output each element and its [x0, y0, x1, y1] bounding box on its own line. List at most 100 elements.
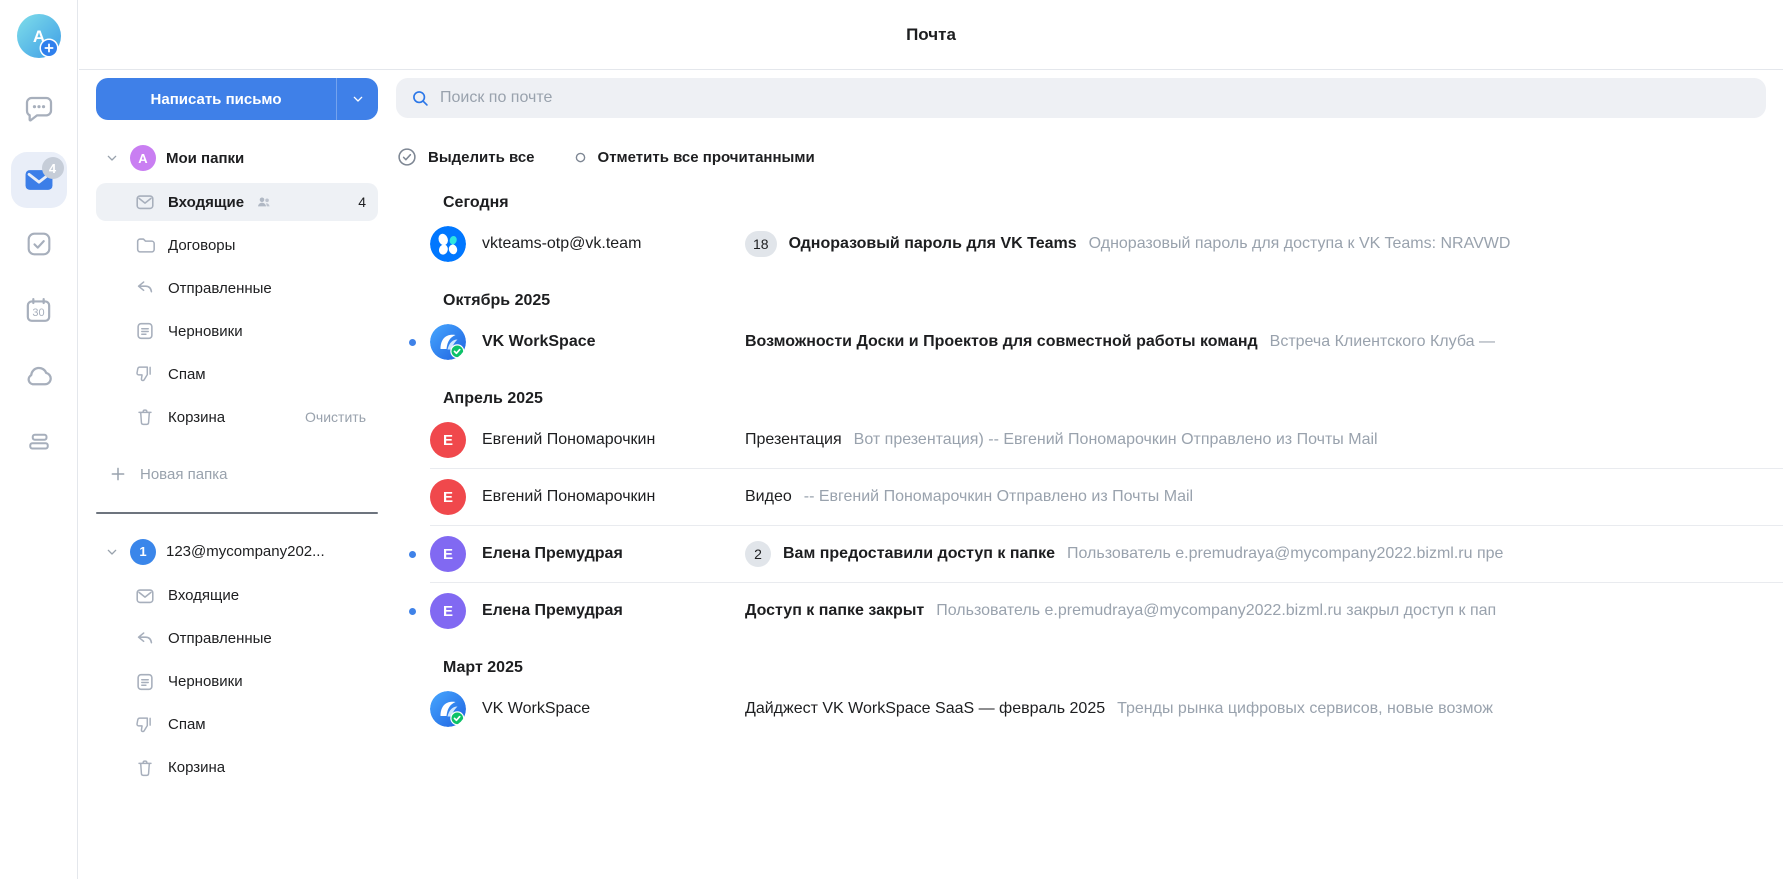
thread-count-badge: 18 — [745, 231, 777, 257]
folder-type-icon — [134, 406, 156, 428]
list-toolbar: Выделить все Отметить все прочитанными — [396, 144, 1783, 170]
avatar-image: A — [17, 14, 61, 58]
thread-count-badge: 2 — [745, 541, 771, 567]
new-folder-button[interactable]: Новая папка — [96, 456, 378, 492]
check-circle-icon — [396, 146, 418, 168]
email-row[interactable]: E Евгений Пономарочкин Презентация Вот п… — [396, 416, 1783, 464]
email-list: Сегодня vkteams-otp@vk.team 18 Одноразов… — [396, 194, 1783, 733]
email-row[interactable]: E Евгений Пономарочкин Видео -- Евгений … — [396, 473, 1783, 521]
folder-label: Отправленные — [168, 280, 272, 297]
chevron-down-icon — [350, 91, 366, 107]
account-header[interactable]: A Мои папки — [96, 138, 378, 178]
unread-dot — [409, 551, 416, 558]
row-divider — [430, 582, 1783, 583]
folder-type-icon — [134, 628, 156, 650]
folder-label: Корзина — [168, 759, 225, 776]
email-row[interactable]: E Елена Премудрая 2 Вам предоставили дос… — [396, 530, 1783, 578]
account-label: 123@mycompany202... — [166, 543, 325, 560]
select-all-button[interactable]: Выделить все — [396, 146, 535, 168]
unread-dot — [409, 608, 416, 615]
folder-type-icon — [134, 363, 156, 385]
search-bar[interactable] — [396, 78, 1766, 118]
folder-type-icon — [134, 277, 156, 299]
messenger-icon[interactable] — [21, 90, 57, 126]
folder-item-inbox[interactable]: Входящие 4 — [96, 183, 378, 221]
mail-content: Выделить все Отметить все прочитанными С… — [396, 78, 1783, 737]
compose-dropdown-button[interactable] — [336, 78, 378, 120]
compose-button[interactable]: Написать письмо — [96, 78, 378, 120]
folder-type-icon — [134, 585, 156, 607]
mark-all-read-button[interactable]: Отметить все прочитанными — [573, 149, 815, 166]
folder-item-inbox[interactable]: Входящие — [96, 577, 378, 615]
cloud-icon[interactable] — [21, 358, 57, 394]
stacks-icon[interactable] — [21, 424, 57, 460]
folder-type-icon — [134, 757, 156, 779]
folder-list: A Мои папки Входящие 4 Договоры Отправле… — [96, 138, 378, 787]
email-snippet: -- Евгений Пономарочкин Отправлено из По… — [804, 488, 1783, 506]
email-subject: Возможности Доски и Проектов для совмест… — [745, 333, 1258, 351]
clear-folder-button[interactable]: Очистить — [305, 409, 366, 425]
email-snippet: Вот презентация) -- Евгений Пономарочкин… — [854, 431, 1783, 449]
unread-dot — [409, 339, 416, 346]
email-row[interactable]: vkteams-otp@vk.team 18 Одноразовый парол… — [396, 220, 1783, 268]
email-snippet: Пользователь e.premudraya@mycompany2022.… — [1067, 545, 1783, 563]
folder-label: Отправленные — [168, 630, 272, 647]
app-header: Почта — [79, 0, 1783, 70]
folder-item-drafts[interactable]: Черновики — [96, 312, 378, 350]
account-avatar: A — [130, 145, 156, 171]
mail-nav-active[interactable]: 4 — [11, 152, 67, 208]
email-row[interactable]: E Елена Премудрая Доступ к папке закрыт … — [396, 587, 1783, 635]
date-group-title: Апрель 2025 — [443, 390, 1783, 408]
folder-item-spam[interactable]: Спам — [96, 706, 378, 744]
calendar-icon[interactable] — [21, 292, 57, 328]
sidebar: Написать письмо A Мои папки Входящие 4 Д… — [96, 78, 378, 787]
folder-item-trash[interactable]: Корзина Очистить — [96, 398, 378, 436]
page-title: Почта — [906, 25, 956, 45]
folder-item-sent[interactable]: Отправленные — [96, 269, 378, 307]
search-input[interactable] — [440, 89, 1752, 107]
folder-item-folder[interactable]: Договоры — [96, 226, 378, 264]
folder-label: Черновики — [168, 673, 243, 690]
folder-item-spam[interactable]: Спам — [96, 355, 378, 393]
sender-avatar: E — [430, 422, 466, 458]
profile-avatar[interactable]: A — [17, 14, 61, 58]
folder-label: Спам — [168, 366, 206, 383]
email-subject: Дайджест VK WorkSpace SaaS — февраль 202… — [745, 700, 1105, 718]
folder-label: Спам — [168, 716, 206, 733]
folder-type-icon — [134, 191, 156, 213]
folder-item-trash[interactable]: Корзина — [96, 749, 378, 787]
email-snippet: Одноразовый пароль для доступа к VK Team… — [1089, 235, 1783, 253]
email-row[interactable]: VK WorkSpace Дайджест VK WorkSpace SaaS … — [396, 685, 1783, 733]
email-subject: Доступ к папке закрыт — [745, 602, 924, 620]
folder-item-sent[interactable]: Отправленные — [96, 620, 378, 658]
folder-label: Входящие — [168, 194, 244, 211]
sidebar-divider — [96, 512, 378, 514]
folder-type-icon — [134, 234, 156, 256]
date-group-title: Март 2025 — [443, 659, 1783, 677]
email-snippet: Тренды рынка цифровых сервисов, новые во… — [1117, 700, 1783, 718]
folder-type-icon — [134, 320, 156, 342]
email-sender: Евгений Пономарочкин — [482, 488, 745, 506]
sender-avatar — [430, 324, 466, 360]
shared-folder-icon — [256, 194, 272, 210]
sender-avatar: E — [430, 593, 466, 629]
folder-label: Черновики — [168, 323, 243, 340]
sender-avatar — [430, 226, 466, 262]
account-avatar: 1 — [130, 539, 156, 565]
email-sender: Евгений Пономарочкин — [482, 431, 745, 449]
email-snippet: Пользователь e.premudraya@mycompany2022.… — [936, 602, 1783, 620]
email-subject: Вам предоставили доступ к папке — [783, 545, 1055, 563]
account-label: Мои папки — [166, 150, 244, 167]
account-header[interactable]: 1 123@mycompany202... — [96, 532, 378, 572]
email-sender: vkteams-otp@vk.team — [482, 235, 745, 253]
folder-item-drafts[interactable]: Черновики — [96, 663, 378, 701]
date-group-title: Октябрь 2025 — [443, 292, 1783, 310]
compose-label: Написать письмо — [96, 78, 336, 120]
email-row[interactable]: VK WorkSpace Возможности Доски и Проекто… — [396, 318, 1783, 366]
chevron-down-icon — [104, 544, 120, 560]
folder-type-icon — [134, 714, 156, 736]
chevron-down-icon — [104, 150, 120, 166]
tasks-icon[interactable] — [21, 226, 57, 262]
folder-label: Входящие — [168, 587, 239, 604]
folder-label: Корзина — [168, 409, 225, 426]
